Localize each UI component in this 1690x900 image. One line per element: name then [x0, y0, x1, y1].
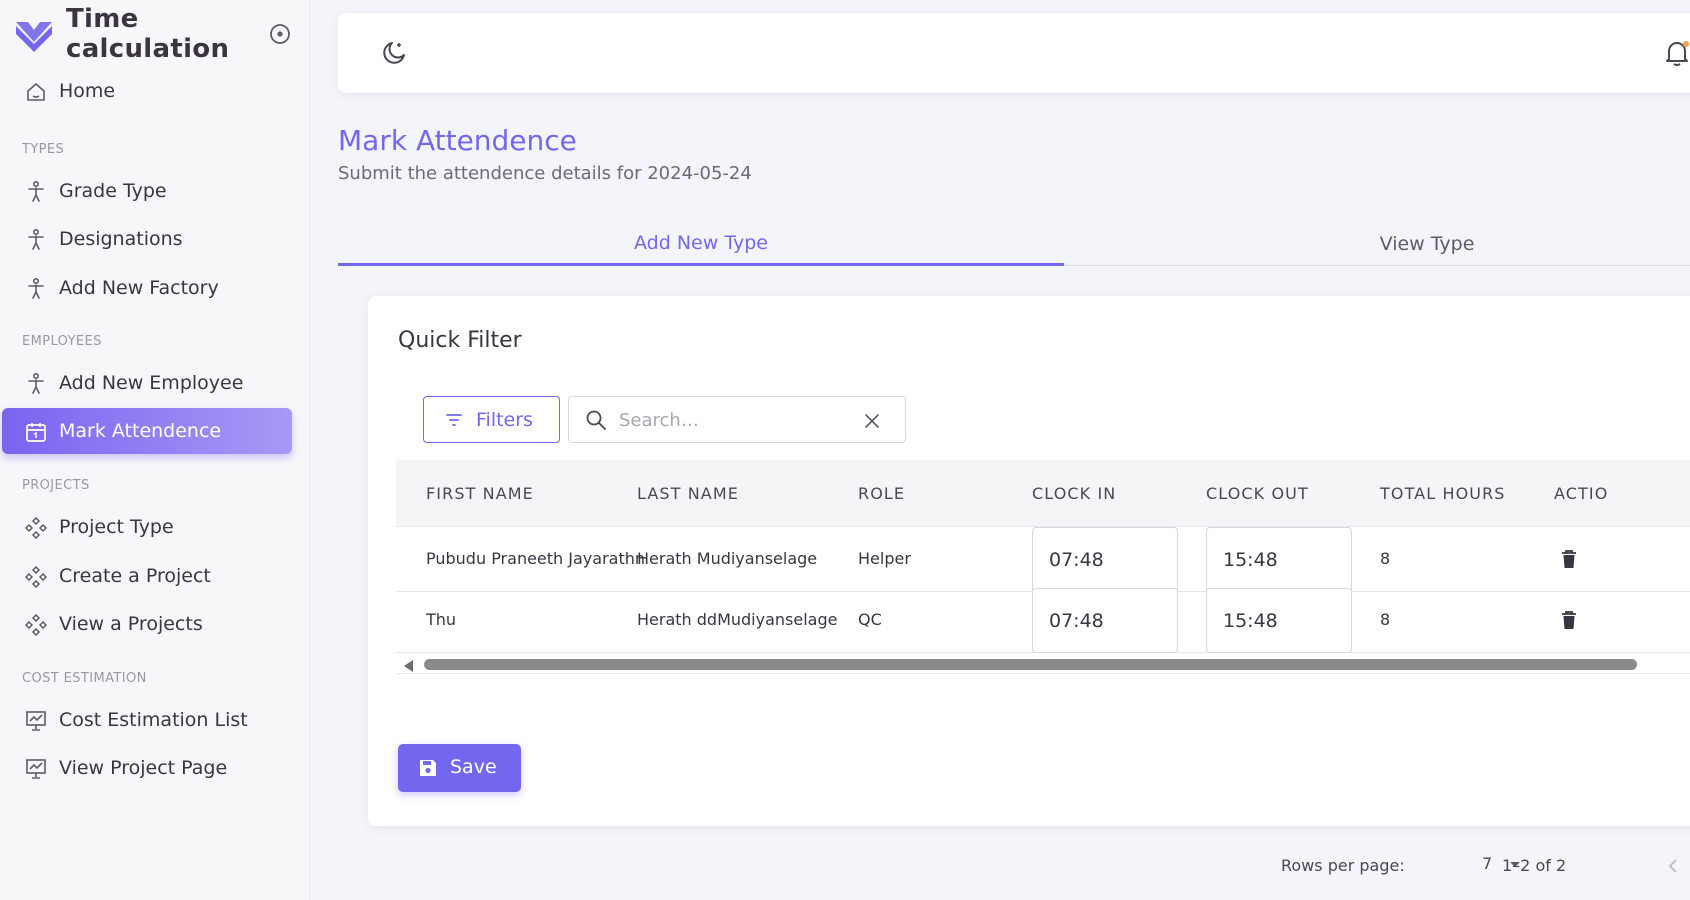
save-label: Save — [450, 756, 497, 778]
cell-last-name: Herath ddMudiyanselage — [637, 610, 838, 629]
sidebar-item-label: Project Type — [59, 516, 174, 538]
sidebar-toggle-icon[interactable] — [268, 22, 292, 46]
sidebar-item-label: Designations — [59, 228, 183, 250]
cell-role: Helper — [858, 549, 911, 568]
chart-monitor-icon — [26, 759, 46, 779]
quick-filter-card: Quick Filter Filters FIRST NAME LAST NAM… — [368, 296, 1690, 875]
column-header-last-name[interactable]: LAST NAME — [637, 484, 739, 503]
clock-out-input[interactable]: 15:48 — [1206, 527, 1352, 592]
page-title: Mark Attendence — [338, 124, 577, 157]
column-header-total-hours[interactable]: TOTAL HOURS — [1380, 484, 1506, 503]
sidebar-item-label: Grade Type — [59, 180, 167, 202]
sidebar-item-view-a-projects[interactable]: View a Projects — [2, 601, 292, 647]
cell-first-name: Thu — [426, 610, 457, 629]
person-icon — [28, 228, 44, 250]
brand: Time calculation — [12, 4, 292, 64]
save-button[interactable]: Save — [398, 744, 521, 792]
scrollbar-thumb[interactable] — [424, 659, 1637, 670]
cell-total-hours: 8 — [1380, 549, 1391, 568]
search-input[interactable] — [619, 405, 849, 435]
bell-icon[interactable] — [1663, 38, 1690, 68]
column-header-role[interactable]: ROLE — [858, 484, 905, 503]
sidebar-item-label: Create a Project — [59, 565, 211, 587]
sidebar-item-add-new-factory[interactable]: Add New Factory — [2, 265, 292, 311]
brand-logo-icon — [16, 22, 52, 52]
sidebar-item-designations[interactable]: Designations — [2, 216, 292, 262]
delete-icon[interactable] — [1559, 609, 1579, 631]
tabs: Add New Type View Type — [338, 222, 1690, 266]
cell-total-hours: 8 — [1380, 610, 1391, 629]
person-icon — [28, 277, 44, 299]
sidebar-item-cost-estimation-list[interactable]: Cost Estimation List — [2, 697, 292, 743]
table-row: Thu Herath ddMudiyanselage QC 07:48 15:4… — [396, 588, 1690, 653]
cell-last-name: Herath Mudiyanselage — [637, 549, 818, 568]
sidebar-item-add-new-employee[interactable]: Add New Employee — [2, 360, 292, 406]
rows-per-page-value: 7 — [1482, 854, 1493, 873]
moon-stars-icon[interactable] — [380, 39, 408, 67]
brand-title-text: Time calculation — [66, 4, 230, 64]
tab-add-new-type[interactable]: Add New Type — [338, 222, 1064, 266]
cell-role: QC — [858, 610, 882, 629]
sidebar-item-label: Add New Employee — [59, 372, 244, 394]
sidebar-item-grade-type[interactable]: Grade Type — [2, 168, 292, 214]
column-header-clock-in[interactable]: CLOCK IN — [1032, 484, 1116, 503]
sidebar-item-create-a-project[interactable]: Create a Project — [2, 553, 292, 599]
sidebar-item-project-type[interactable]: Project Type — [2, 504, 292, 550]
filters-button[interactable]: Filters — [423, 396, 560, 443]
person-icon — [28, 180, 44, 202]
section-header-types: TYPES — [22, 142, 65, 157]
horizontal-scrollbar[interactable] — [396, 656, 1690, 674]
cell-first-name: Pubudu Praneeth Jayarathn — [426, 549, 645, 568]
tab-view-type[interactable]: View Type — [1064, 222, 1690, 266]
clear-search-icon[interactable] — [862, 411, 882, 431]
diamonds-icon — [24, 516, 48, 540]
pagination-range: 1–2 of 2 — [1502, 856, 1567, 875]
sidebar-item-label: Cost Estimation List — [59, 709, 248, 731]
rows-per-page-label: Rows per page: — [1281, 856, 1405, 875]
calendar-icon — [26, 423, 46, 442]
clock-out-input[interactable]: 15:48 — [1206, 588, 1352, 653]
table-header: FIRST NAME LAST NAME ROLE CLOCK IN CLOCK… — [396, 460, 1690, 527]
section-header-projects: PROJECTS — [22, 478, 90, 493]
filters-label: Filters — [476, 408, 533, 431]
sidebar-item-label: View Project Page — [59, 757, 228, 779]
clock-in-input[interactable]: 07:48 — [1032, 588, 1178, 653]
column-header-first-name[interactable]: FIRST NAME — [426, 484, 534, 503]
search-box — [568, 396, 906, 443]
scroll-left-arrow-icon[interactable] — [404, 660, 413, 672]
home-icon — [27, 83, 45, 101]
column-header-actions[interactable]: ACTIO — [1554, 484, 1608, 503]
search-icon — [586, 410, 606, 430]
column-header-clock-out[interactable]: CLOCK OUT — [1206, 484, 1309, 503]
sidebar-item-mark-attendence[interactable]: Mark Attendence — [2, 408, 292, 454]
section-header-cost-estimation: COST ESTIMATION — [22, 671, 147, 686]
diamonds-icon — [24, 613, 48, 637]
sidebar: Time calculation Home TYPES Grade Type D… — [0, 0, 310, 900]
delete-icon[interactable] — [1559, 548, 1579, 570]
section-header-employees: EMPLOYEES — [22, 334, 102, 349]
brand-title: Time calculation — [66, 4, 256, 64]
chart-monitor-icon — [26, 711, 46, 731]
sidebar-item-label: Mark Attendence — [59, 420, 222, 442]
chevron-left-icon[interactable] — [1666, 858, 1680, 874]
sidebar-item-label: Home — [59, 80, 116, 102]
filter-icon — [446, 414, 462, 426]
clock-in-input[interactable]: 07:48 — [1032, 527, 1178, 592]
sidebar-item-label: View a Projects — [59, 613, 203, 635]
top-bar — [338, 13, 1690, 93]
sidebar-item-view-project-page[interactable]: View Project Page — [2, 745, 292, 791]
card-title: Quick Filter — [398, 328, 522, 353]
floppy-disk-icon — [420, 760, 436, 776]
table-row: Pubudu Praneeth Jayarathn Herath Mudiyan… — [396, 527, 1690, 592]
person-icon — [28, 372, 44, 394]
diamonds-icon — [24, 565, 48, 589]
page-subtitle: Submit the attendence details for 2024-0… — [338, 163, 752, 184]
sidebar-item-label: Add New Factory — [59, 277, 219, 299]
sidebar-item-home[interactable]: Home — [2, 68, 292, 114]
